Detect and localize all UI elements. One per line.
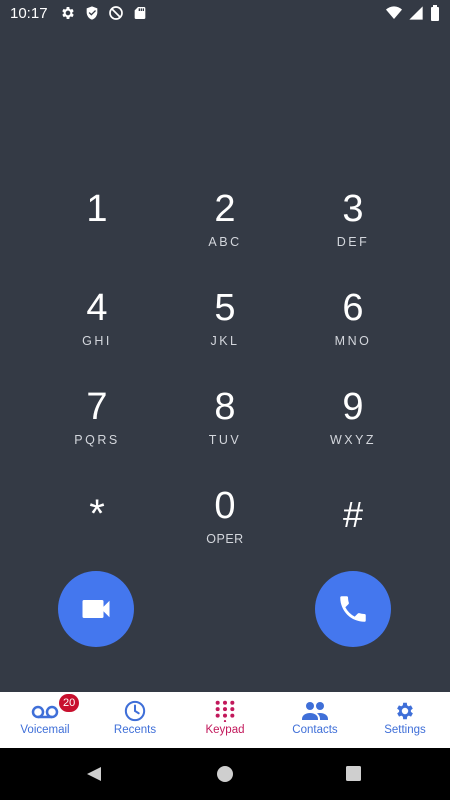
key-digit: 8	[214, 386, 236, 428]
key-digit: 0	[214, 485, 236, 527]
nav-voicemail[interactable]: 20 Voicemail	[0, 692, 90, 748]
key-letters: DEF	[336, 235, 370, 249]
call-button[interactable]	[315, 571, 391, 647]
signal-icon	[409, 6, 423, 20]
key-letters: TUV	[208, 433, 242, 447]
key-letters: ABC	[208, 235, 242, 249]
nav-label: Recents	[113, 724, 157, 736]
dialpad-icon	[215, 700, 235, 722]
recents-icon[interactable]	[346, 766, 361, 781]
nav-recents[interactable]: Recents	[90, 692, 180, 748]
key-digit: 3	[342, 188, 364, 230]
key-7[interactable]: 7 PQRS	[37, 385, 157, 475]
status-icons-left	[60, 5, 148, 21]
key-letters: PQRS	[74, 433, 120, 447]
video-call-button[interactable]	[58, 571, 134, 647]
key-digit: 5	[214, 287, 236, 329]
key-hash[interactable]: #	[293, 484, 413, 574]
dialpad: 1 2 ABC 3 DEF 4 GHI 5 JKL 6 MNO 7 PQRS 8…	[0, 160, 450, 560]
people-icon	[302, 702, 328, 720]
phone-icon	[340, 596, 366, 622]
key-3[interactable]: 3 DEF	[293, 187, 413, 277]
nav-label: Voicemail	[20, 724, 70, 736]
key-digit: 7	[86, 386, 108, 428]
voicemail-icon	[31, 705, 59, 719]
key-digit: *	[89, 492, 105, 536]
voicemail-count-badge: 20	[59, 694, 80, 712]
key-letters: MNO	[334, 334, 372, 348]
home-icon[interactable]	[216, 765, 234, 783]
nav-settings[interactable]: Settings	[360, 692, 450, 748]
key-letters: OPER	[206, 532, 244, 546]
key-digit: 4	[86, 287, 108, 329]
key-letters: JKL	[210, 334, 240, 348]
video-camera-icon	[82, 600, 110, 618]
gear-icon	[61, 7, 74, 19]
key-digit: 6	[342, 287, 364, 329]
key-1[interactable]: 1	[37, 187, 157, 277]
system-navigation-bar	[0, 748, 450, 800]
status-time: 10:17	[10, 4, 48, 22]
no-disturb-icon	[108, 6, 123, 20]
back-icon[interactable]	[86, 766, 102, 782]
nav-label: Contacts	[292, 724, 338, 736]
key-9[interactable]: 9 WXYZ	[293, 385, 413, 475]
shield-icon	[86, 6, 97, 20]
key-digit: 1	[86, 188, 108, 230]
bottom-navigation: 20 Voicemail Recents Keypad Contacts Set…	[0, 692, 450, 748]
key-digit: #	[342, 494, 364, 535]
sd-card-icon	[134, 7, 145, 19]
key-letters: GHI	[82, 334, 112, 348]
key-0[interactable]: 0 OPER	[165, 484, 285, 574]
key-star[interactable]: *	[37, 484, 157, 574]
gear-icon	[397, 702, 413, 720]
nav-contacts[interactable]: Contacts	[270, 692, 360, 748]
key-4[interactable]: 4 GHI	[37, 286, 157, 376]
key-6[interactable]: 6 MNO	[293, 286, 413, 376]
nav-label: Keypad	[205, 724, 245, 736]
battery-icon	[431, 5, 439, 21]
key-5[interactable]: 5 JKL	[165, 286, 285, 376]
clock-icon	[124, 700, 146, 722]
key-2[interactable]: 2 ABC	[165, 187, 285, 277]
nav-keypad[interactable]: Keypad	[180, 692, 270, 748]
key-digit: 2	[214, 188, 236, 230]
key-digit: 9	[342, 386, 364, 428]
key-letters: WXYZ	[329, 433, 377, 447]
nav-label: Settings	[384, 724, 426, 736]
status-icons-right	[386, 5, 440, 21]
status-bar: 10:17	[0, 0, 450, 26]
wifi-icon	[386, 6, 402, 19]
key-8[interactable]: 8 TUV	[165, 385, 285, 475]
